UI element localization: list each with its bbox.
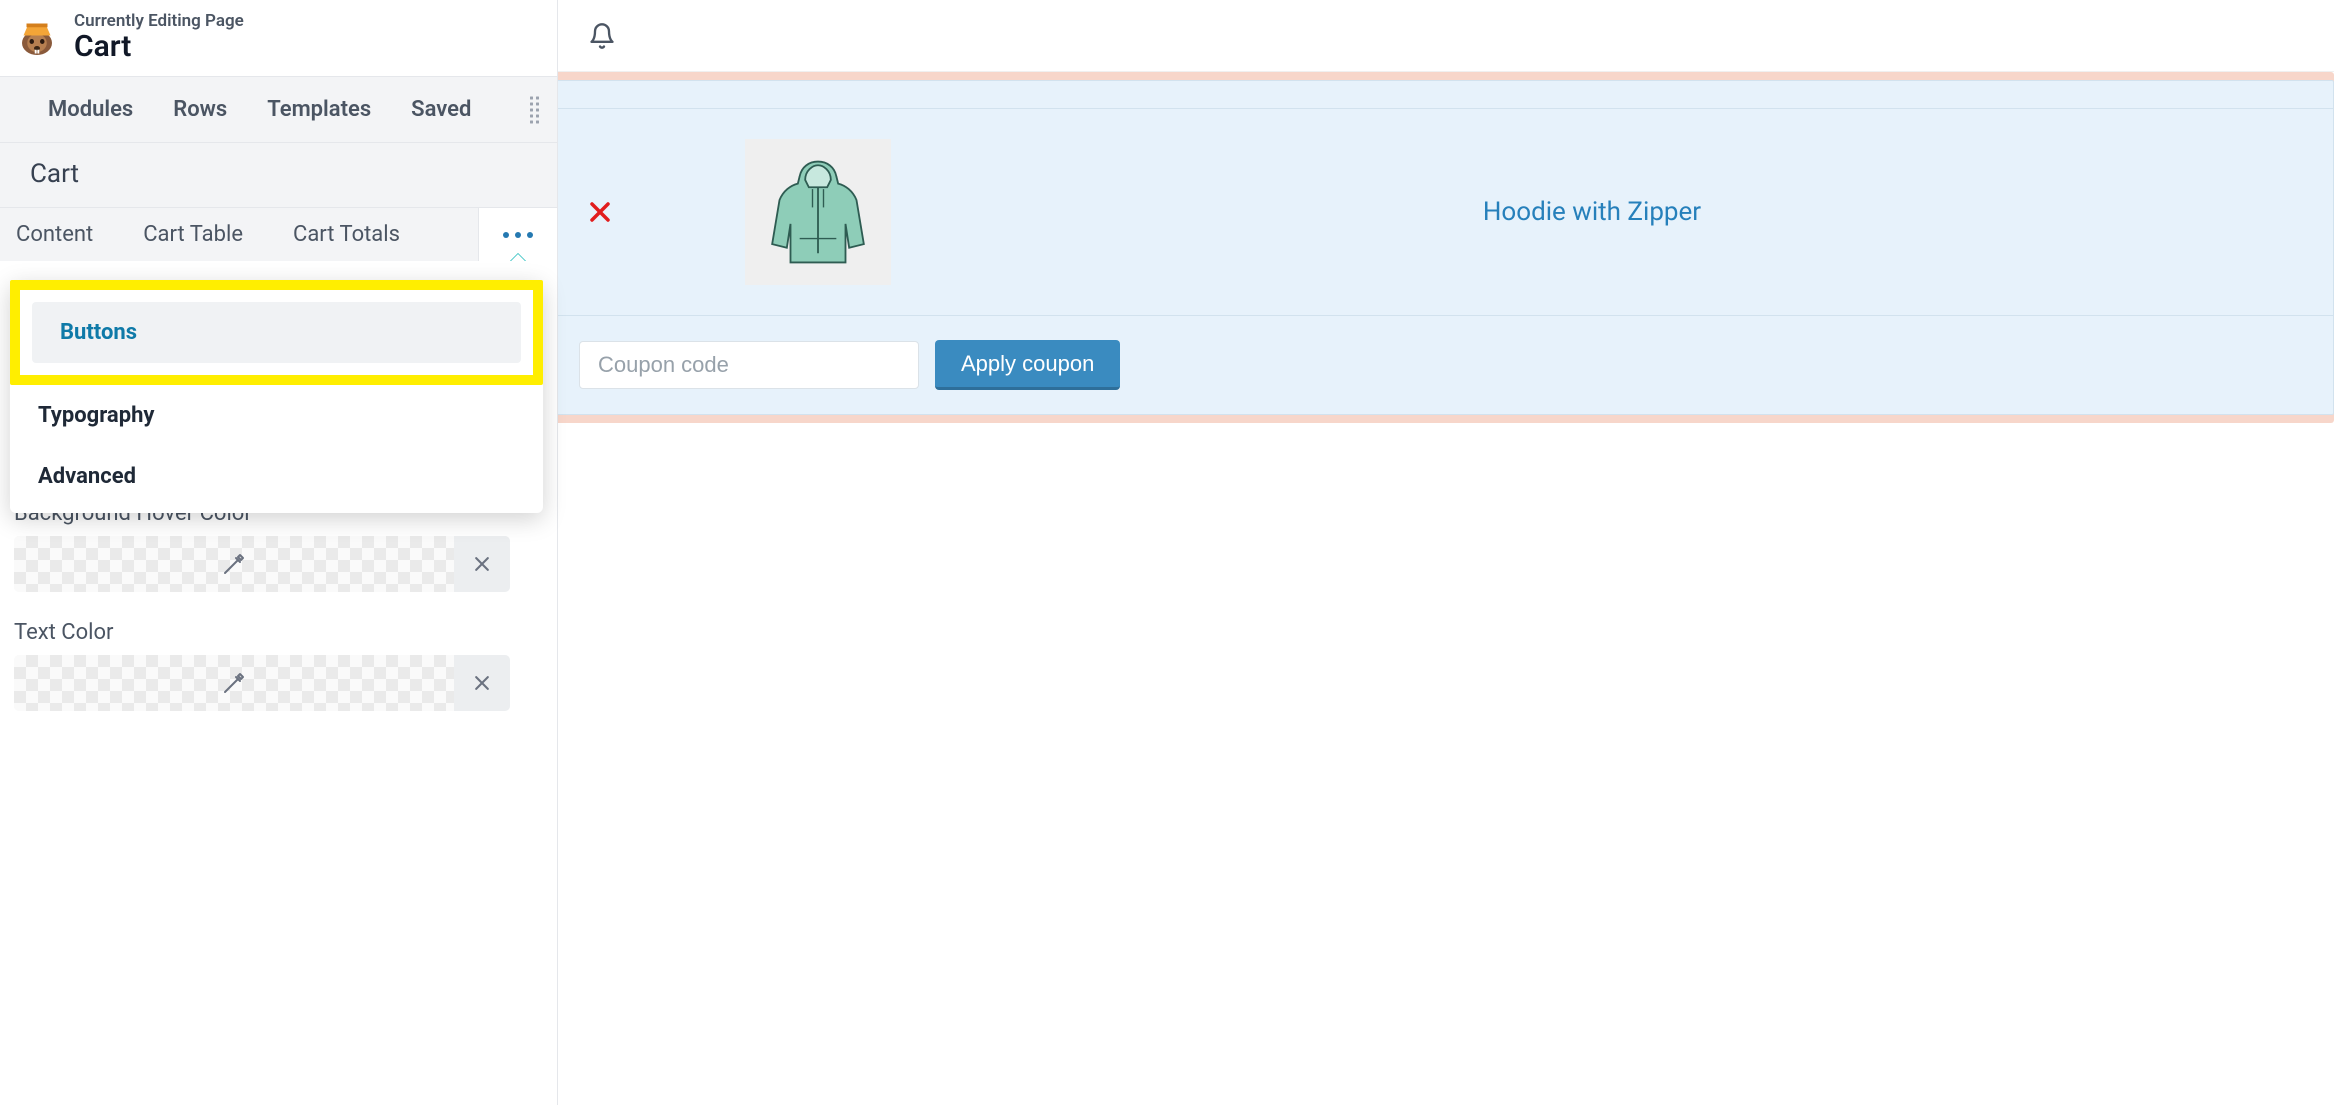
- bg-hover-color-row: [14, 536, 510, 592]
- beaver-logo: [10, 10, 64, 64]
- text-color-clear[interactable]: [454, 655, 510, 711]
- dropdown-item-buttons[interactable]: Buttons: [32, 302, 521, 363]
- subtab-cart-table[interactable]: Cart Table: [127, 208, 259, 261]
- dropdown-item-typography[interactable]: Typography: [10, 385, 543, 446]
- eyedropper-icon: [222, 671, 246, 695]
- product-name-link[interactable]: Hoodie with Zipper: [891, 197, 2293, 227]
- builder-sidebar: Currently Editing Page Cart Modules Rows…: [0, 0, 558, 1105]
- close-icon: [472, 673, 492, 693]
- tab-saved[interactable]: Saved: [411, 97, 471, 122]
- coupon-row: Apply coupon: [558, 316, 2333, 414]
- dots-icon: [503, 232, 509, 238]
- text-color-label: Text Color: [14, 620, 510, 645]
- panel-drag-handle[interactable]: [530, 96, 539, 123]
- builder-main-tabs: Modules Rows Templates Saved: [0, 77, 557, 143]
- overflow-tabs-dropdown: Buttons Typography Advanced: [10, 280, 543, 513]
- tutorial-highlight: Buttons: [10, 280, 543, 385]
- hoodie-icon: [763, 152, 873, 272]
- subtab-content[interactable]: Content: [0, 208, 109, 261]
- dropdown-item-advanced[interactable]: Advanced: [10, 446, 543, 507]
- close-icon: [588, 200, 612, 224]
- selected-module-outline: Hoodie with Zipper Apply coupon: [558, 72, 2334, 423]
- product-thumbnail[interactable]: [745, 139, 891, 285]
- bell-icon: [588, 22, 616, 50]
- subtab-cart-totals[interactable]: Cart Totals: [277, 208, 416, 261]
- eyedropper-icon: [222, 552, 246, 576]
- editing-context-label: Currently Editing Page: [74, 11, 557, 31]
- notifications-button[interactable]: [588, 22, 616, 50]
- tab-rows[interactable]: Rows: [173, 97, 227, 122]
- apply-coupon-button[interactable]: Apply coupon: [935, 340, 1120, 390]
- cart-table: Hoodie with Zipper Apply coupon: [558, 80, 2334, 415]
- bg-hover-color-clear[interactable]: [454, 536, 510, 592]
- cart-row: Hoodie with Zipper: [558, 109, 2333, 316]
- subtab-more-button[interactable]: [478, 208, 557, 261]
- remove-item-button[interactable]: [585, 197, 615, 227]
- dropdown-arrow-icon: [510, 254, 526, 262]
- text-color-picker[interactable]: [14, 655, 454, 711]
- preview-topbar: [558, 0, 2334, 72]
- module-sub-tabs: Content Cart Table Cart Totals: [0, 207, 557, 261]
- tab-templates[interactable]: Templates: [267, 97, 371, 122]
- bg-hover-color-picker[interactable]: [14, 536, 454, 592]
- close-icon: [472, 554, 492, 574]
- sidebar-header: Currently Editing Page Cart: [0, 0, 557, 77]
- color-controls-area: Background Hover Color Text Color: [14, 506, 510, 739]
- text-color-row: [14, 655, 510, 711]
- tab-modules[interactable]: Modules: [48, 97, 133, 122]
- module-section-label: Cart: [0, 143, 557, 207]
- preview-canvas: Hoodie with Zipper Apply coupon: [558, 0, 2334, 1105]
- coupon-code-input[interactable]: [579, 341, 919, 389]
- page-title: Cart: [74, 29, 557, 64]
